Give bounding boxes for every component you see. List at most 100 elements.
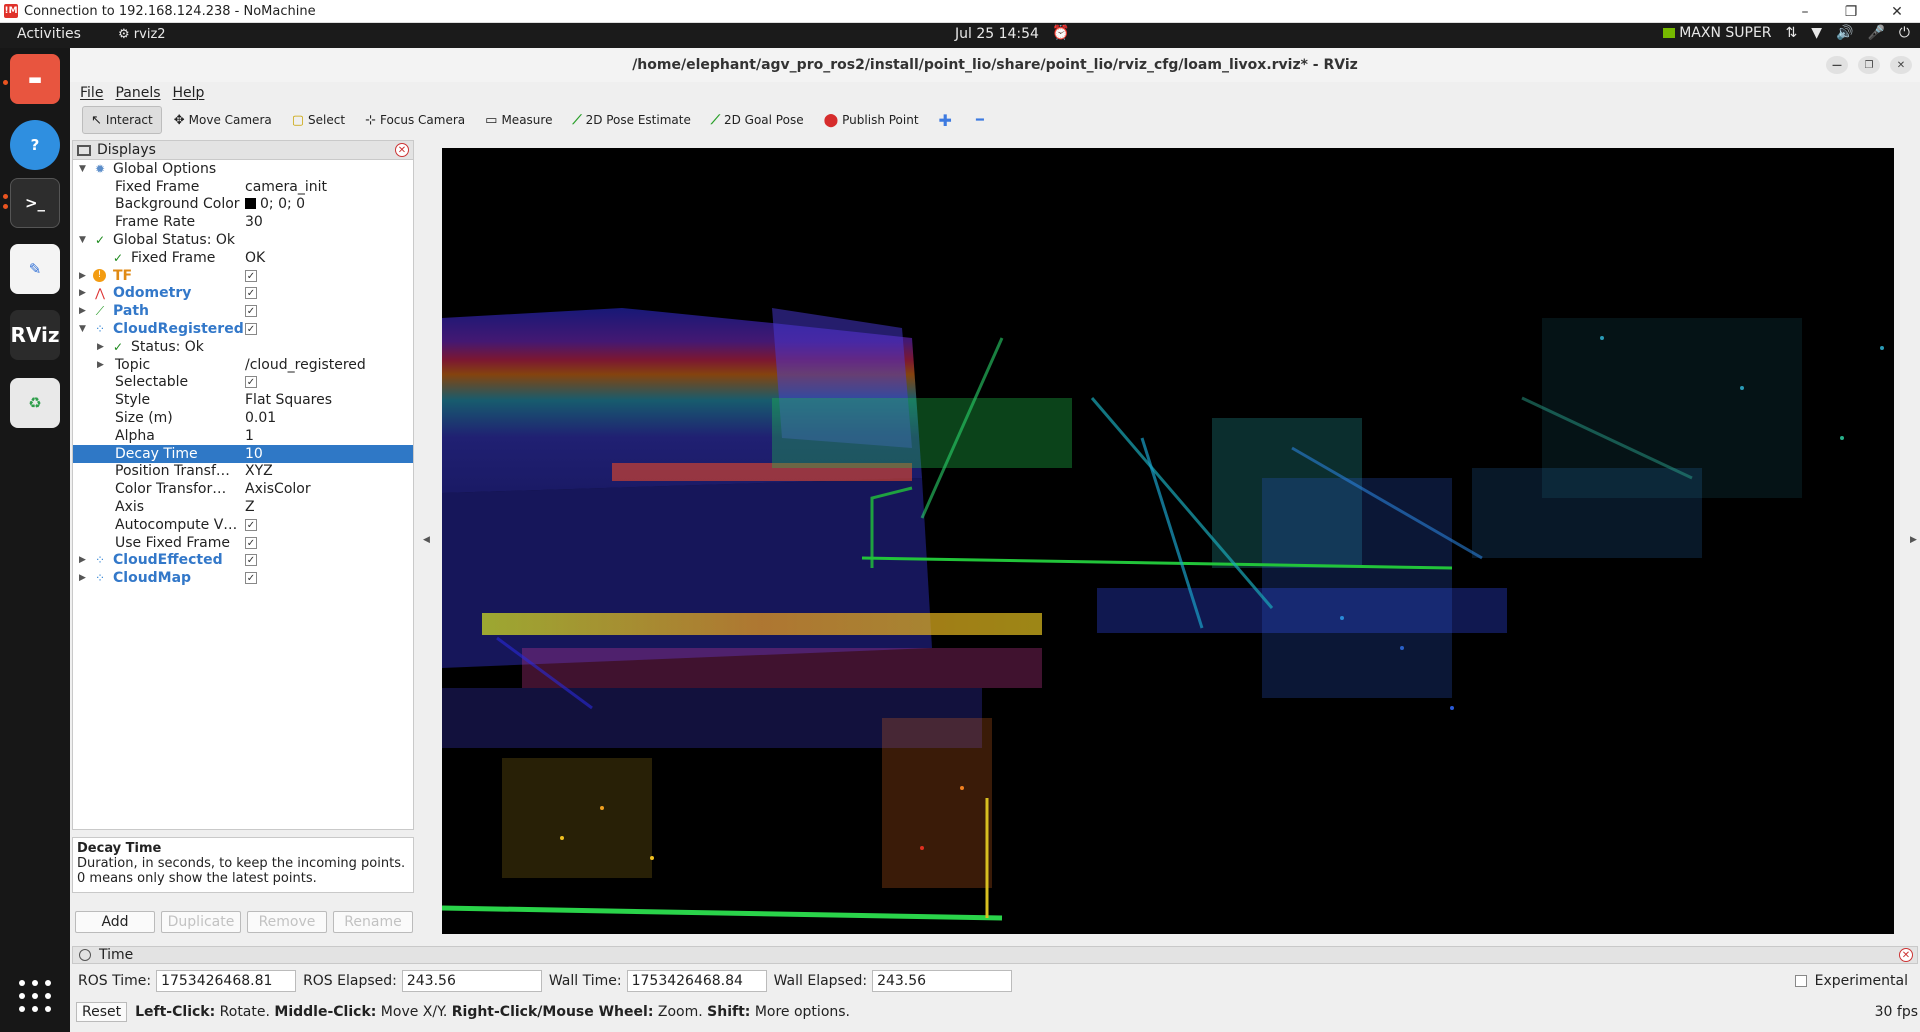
selectable-row[interactable]: Selectable ✓ [73,374,413,392]
pose-estimate-tool[interactable]: ⟋ 2D Pose Estimate [564,106,698,134]
display-cloud-effected-checkbox[interactable]: ✓ [245,554,257,567]
collapse-arrow-icon[interactable]: ▶ [97,360,104,370]
collapse-left-arrow-icon[interactable]: ◀ [423,535,430,545]
use-fixed-frame-row[interactable]: Use Fixed Frame ✓ [73,534,413,552]
menu-file[interactable]: File [80,85,103,101]
wifi-icon[interactable]: ▼ [1811,25,1822,41]
expand-arrow-icon[interactable]: ▼ [79,164,86,174]
display-tf-row[interactable]: ▶ ! TF ✓ [73,267,413,285]
experimental-checkbox[interactable] [1794,975,1807,987]
display-odometry-row[interactable]: ▶ ⋀ Odometry ✓ [73,285,413,303]
add-tool-button[interactable]: ✚ [931,106,964,134]
frame-rate-value[interactable]: 30 [245,214,263,230]
expand-arrow-icon[interactable]: ▼ [79,324,86,334]
status-fixed-frame-row[interactable]: ✓ Fixed Frame OK [73,249,413,267]
clock[interactable]: Jul 25 14:54 [955,26,1039,42]
frame-rate-row[interactable]: Frame Rate 30 [73,213,413,231]
reset-button[interactable]: Reset [76,1002,128,1022]
files-icon[interactable]: ▬ [10,54,60,104]
display-cloud-map-row[interactable]: ▶ ⁘ CloudMap ✓ [73,569,413,587]
window-close-button[interactable]: ✕ [1890,56,1912,74]
autocompute-row[interactable]: Autocompute V… ✓ [73,516,413,534]
color-transformer-row[interactable]: Color Transfor… AxisColor [73,480,413,498]
size-row[interactable]: Size (m) 0.01 [73,409,413,427]
global-status-row[interactable]: ▼ ✓ Global Status: Ok [73,231,413,249]
wall-time-field[interactable]: 1753426468.84 [626,970,767,992]
autocompute-checkbox[interactable]: ✓ [245,518,257,531]
decay-time-value[interactable]: 10 [245,446,263,462]
power-icon[interactable]: ⏻ [1899,25,1910,41]
interact-tool[interactable]: ↖ Interact [82,106,162,134]
menu-help[interactable]: Help [173,85,205,101]
focus-camera-tool[interactable]: ⊹ Focus Camera [357,106,473,134]
cloud-status-row[interactable]: ▶ ✓ Status: Ok [73,338,413,356]
topic-value[interactable]: /cloud_registered [245,357,366,373]
remove-display-button[interactable]: Remove [247,911,327,933]
activities-button[interactable]: Activities [17,26,81,42]
style-value[interactable]: Flat Squares [245,392,332,408]
size-value[interactable]: 0.01 [245,410,276,426]
display-cloud-registered-row[interactable]: ▼ ⁘ CloudRegistered ✓ [73,320,413,338]
ros-elapsed-field[interactable]: 243.56 [401,970,542,992]
show-apps-icon[interactable] [19,980,51,1012]
display-cloud-map-checkbox[interactable]: ✓ [245,572,257,585]
color-transformer-value[interactable]: AxisColor [245,481,311,497]
fixed-frame-value[interactable]: camera_init [245,179,327,195]
style-row[interactable]: Style Flat Squares [73,391,413,409]
app-menu[interactable]: ⚙ rviz2 [118,27,166,42]
select-tool[interactable]: ▢ Select [284,106,353,134]
collapse-arrow-icon[interactable]: ▶ [79,306,86,316]
rviz-icon[interactable]: RViz [10,310,60,360]
close-panel-button[interactable]: ✕ [395,143,409,157]
expand-arrow-icon[interactable]: ▼ [79,235,86,245]
alpha-row[interactable]: Alpha 1 [73,427,413,445]
remove-tool-button[interactable]: ━ [968,106,996,134]
power-mode-indicator[interactable]: MAXN SUPER [1663,25,1772,41]
publish-point-tool[interactable]: ⬤ Publish Point [816,106,927,134]
move-camera-tool[interactable]: ✥ Move Camera [166,106,280,134]
render-viewport[interactable] [441,148,1894,934]
wall-elapsed-field[interactable]: 243.56 [872,970,1013,992]
display-cloud-effected-row[interactable]: ▶ ⁘ CloudEffected ✓ [73,552,413,570]
display-path-checkbox[interactable]: ✓ [245,305,257,318]
collapse-arrow-icon[interactable]: ▶ [79,573,86,583]
axis-row[interactable]: Axis Z [73,498,413,516]
background-color-value[interactable]: 0; 0; 0 [245,196,305,212]
collapse-arrow-icon[interactable]: ▶ [79,271,86,281]
duplicate-display-button[interactable]: Duplicate [161,911,241,933]
goal-pose-tool[interactable]: ⟋ 2D Goal Pose [703,106,812,134]
menu-panels[interactable]: Panels [115,85,160,101]
background-color-row[interactable]: Background Color 0; 0; 0 [73,196,413,214]
topic-row[interactable]: ▶ Topic /cloud_registered [73,356,413,374]
ros-time-field[interactable]: 1753426468.81 [156,970,297,992]
network-activity-icon[interactable]: ⇅ [1786,25,1798,41]
decay-time-row[interactable]: Decay Time 10 [73,444,413,463]
collapse-arrow-icon[interactable]: ▶ [79,288,86,298]
volume-icon[interactable]: 🔊 [1836,25,1853,41]
position-transformer-row[interactable]: Position Transf… XYZ [73,463,413,481]
close-time-panel-button[interactable]: ✕ [1899,948,1913,962]
minimize-button[interactable]: – [1782,0,1828,23]
collapse-right-arrow-icon[interactable]: ▶ [1910,535,1917,545]
add-display-button[interactable]: Add [75,911,155,933]
window-maximize-button[interactable]: ❐ [1858,56,1880,74]
experimental-toggle[interactable]: Experimental [1794,973,1908,989]
collapse-arrow-icon[interactable]: ▶ [79,555,86,565]
maximize-button[interactable]: ❐ [1828,0,1874,23]
close-button[interactable]: ✕ [1874,0,1920,23]
terminal-icon[interactable]: >_ [10,178,60,228]
selectable-checkbox[interactable]: ✓ [245,376,257,389]
microphone-icon[interactable]: 🎤 [1867,25,1884,41]
rename-display-button[interactable]: Rename [333,911,413,933]
alpha-value[interactable]: 1 [245,428,254,444]
help-icon[interactable]: ? [10,120,60,170]
fixed-frame-row[interactable]: Fixed Frame camera_init [73,178,413,196]
text-editor-icon[interactable]: ✎ [10,244,60,294]
display-odometry-checkbox[interactable]: ✓ [245,287,257,300]
collapse-arrow-icon[interactable]: ▶ [97,342,104,352]
global-options-row[interactable]: ▼ ✹ Global Options [73,160,413,178]
position-transformer-value[interactable]: XYZ [245,463,273,479]
measure-tool[interactable]: ▭ Measure [477,106,560,134]
display-path-row[interactable]: ▶ ⟋ Path ✓ [73,302,413,320]
axis-value[interactable]: Z [245,499,255,515]
